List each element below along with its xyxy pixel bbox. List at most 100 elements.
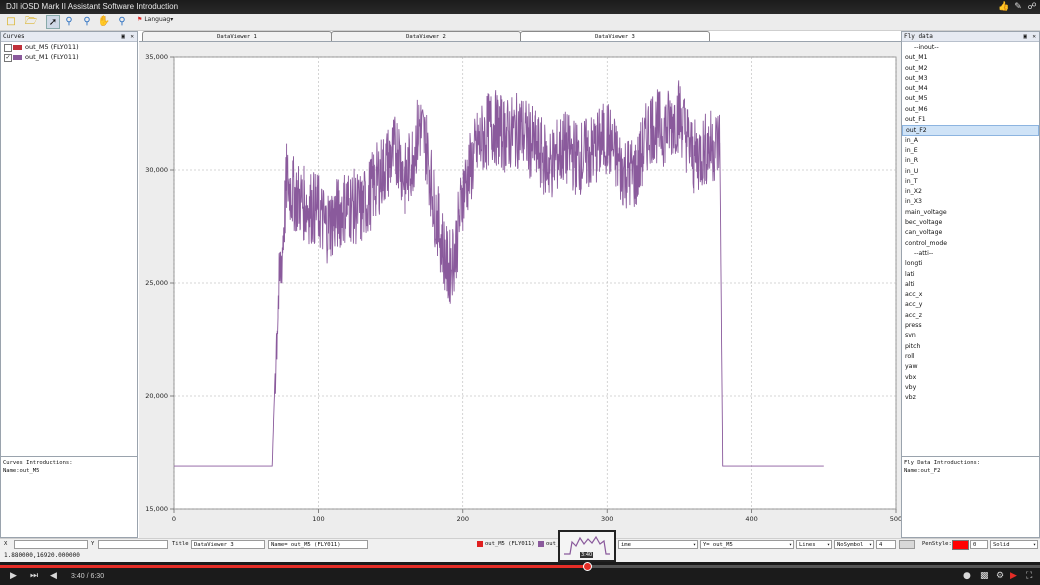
seek-preview-thumbnail: 3:40 bbox=[558, 530, 616, 562]
fly-data-item[interactable]: main_voltage bbox=[902, 208, 1039, 218]
name-input[interactable]: Name= out_M5 (FLY011) bbox=[268, 540, 368, 549]
fly-data-item[interactable]: alti bbox=[902, 280, 1039, 290]
fly-data-item[interactable]: out_M6 bbox=[902, 105, 1039, 115]
fly-data-item[interactable]: out_M2 bbox=[902, 64, 1039, 74]
comment-icon[interactable]: ✎ bbox=[1012, 1, 1024, 13]
pen-style-select[interactable]: Solid ▾ bbox=[990, 540, 1038, 549]
captions-icon[interactable]: ▩ bbox=[980, 571, 989, 581]
pan-hand-icon[interactable]: ✋ bbox=[97, 15, 111, 29]
title-input[interactable]: DataViewer 3 bbox=[191, 540, 265, 549]
select-value: Lines bbox=[799, 542, 816, 548]
fly-data-panel: Fly data ▣ ✕ --inout-- out_M1 out_M2 out_M3… bbox=[901, 31, 1040, 538]
settings-icon[interactable]: ⚙ bbox=[996, 571, 1004, 581]
fly-data-item[interactable]: in_R bbox=[902, 156, 1039, 166]
tab-label: DataViewer 1 bbox=[217, 34, 257, 40]
share-icon[interactable]: ☍ bbox=[1026, 1, 1038, 13]
close-panel-icon[interactable]: ✕ bbox=[1032, 32, 1036, 41]
fly-data-item[interactable]: acc_z bbox=[902, 311, 1039, 321]
fly-data-item[interactable]: --atti-- bbox=[902, 249, 1039, 259]
fly-data-item[interactable]: in_T bbox=[902, 177, 1039, 187]
chevron-down-icon: ▾ bbox=[692, 542, 696, 548]
fly-data-item[interactable]: bec_voltage bbox=[902, 218, 1039, 228]
curve-color-swatch bbox=[13, 45, 22, 50]
fly-data-item[interactable]: acc_x bbox=[902, 290, 1039, 300]
fly-data-item[interactable]: lati bbox=[902, 270, 1039, 280]
select-value: Solid bbox=[993, 542, 1010, 548]
thumbs-up-icon[interactable]: 👍 bbox=[998, 1, 1010, 13]
line-chart[interactable]: 0 100 200 300 400 500 15,000 20,000 25,000 30,000… bbox=[139, 42, 902, 539]
fly-data-item[interactable]: out_M4 bbox=[902, 84, 1039, 94]
fly-data-item[interactable]: out_M3 bbox=[902, 74, 1039, 84]
fly-data-item[interactable]: roll bbox=[902, 352, 1039, 362]
x-tick-label: 500 bbox=[890, 515, 901, 523]
fly-data-item[interactable]: longti bbox=[902, 259, 1039, 269]
curves-panel: Curves ▣ ✕ out_M5 (FLY011) ✓ out_M1 (FLY… bbox=[0, 31, 138, 538]
zoom-fit-icon[interactable]: ⚲ bbox=[115, 15, 129, 29]
fly-data-item[interactable]: in_E bbox=[902, 146, 1039, 156]
y-field-select[interactable]: Y= out_M5 ▾ bbox=[700, 540, 794, 549]
video-progress-bar[interactable] bbox=[0, 562, 1040, 571]
curve-label: out_M5 (FLY011) bbox=[25, 43, 79, 51]
float-panel-icon[interactable]: ▣ bbox=[1023, 32, 1027, 41]
fly-data-item[interactable]: svn bbox=[902, 331, 1039, 341]
y-label: Y bbox=[91, 541, 95, 547]
pointer-icon[interactable]: ➚ bbox=[46, 15, 60, 29]
symbol-select[interactable]: NoSymbol ▾ bbox=[834, 540, 874, 549]
fly-data-item[interactable]: in_X2 bbox=[902, 187, 1039, 197]
tab-label: DataViewer 3 bbox=[595, 34, 635, 40]
pen-color-swatch[interactable] bbox=[952, 540, 969, 550]
fly-data-item[interactable]: in_U bbox=[902, 167, 1039, 177]
fly-data-item[interactable]: out_F1 bbox=[902, 115, 1039, 125]
fly-data-item[interactable]: vby bbox=[902, 383, 1039, 393]
new-file-icon[interactable]: □ bbox=[4, 15, 18, 29]
curve-item-out-m1[interactable]: ✓ out_M1 (FLY011) bbox=[1, 52, 137, 62]
fly-data-item[interactable]: --inout-- bbox=[902, 43, 1039, 53]
width-spinbox[interactable]: 4 bbox=[876, 540, 896, 549]
zoom-in-icon[interactable]: ⚲ bbox=[62, 15, 76, 29]
fly-data-item[interactable]: control_mode bbox=[902, 239, 1039, 249]
fly-data-item[interactable]: in_X3 bbox=[902, 197, 1039, 207]
fly-data-item[interactable]: in_A bbox=[902, 136, 1039, 146]
fly-data-intro-name: Name:out_F2 bbox=[904, 468, 941, 474]
close-panel-icon[interactable]: ✕ bbox=[130, 32, 134, 41]
volume-icon[interactable]: ◀ bbox=[50, 571, 57, 581]
fly-data-item[interactable]: pitch bbox=[902, 342, 1039, 352]
fly-data-item[interactable]: yaw bbox=[902, 362, 1039, 372]
chart-area[interactable]: 0 100 200 300 400 500 15,000 20,000 25,000 30,000… bbox=[139, 41, 902, 539]
video-progress-knob[interactable] bbox=[582, 562, 592, 571]
float-panel-icon[interactable]: ▣ bbox=[121, 32, 125, 41]
fly-data-item[interactable]: out_M1 bbox=[902, 53, 1039, 63]
x-input[interactable] bbox=[14, 540, 88, 549]
y-input[interactable] bbox=[98, 540, 168, 549]
annotations-icon[interactable]: ● bbox=[963, 571, 971, 581]
color-button[interactable] bbox=[899, 540, 915, 549]
fly-data-item[interactable]: vbz bbox=[902, 393, 1039, 403]
fly-data-item[interactable]: out_M5 bbox=[902, 94, 1039, 104]
alpha-spinbox[interactable]: 0 bbox=[970, 540, 988, 549]
chevron-down-icon: ▾ bbox=[1032, 542, 1036, 548]
x-tick-label: 400 bbox=[745, 515, 757, 523]
title-label: Title bbox=[172, 541, 189, 547]
curve-item-out-m5[interactable]: out_M5 (FLY011) bbox=[1, 42, 137, 52]
youtube-icon[interactable]: ▶ bbox=[1010, 571, 1017, 581]
fly-data-item[interactable]: press bbox=[902, 321, 1039, 331]
fly-data-item[interactable]: out_F2 bbox=[902, 125, 1039, 136]
fullscreen-icon[interactable]: ⛶ bbox=[1026, 571, 1032, 581]
curve-checkbox[interactable]: ✓ bbox=[4, 54, 12, 62]
spinbox-value: 0 bbox=[973, 542, 977, 548]
open-folder-icon[interactable]: 🗁 bbox=[24, 15, 38, 29]
zoom-out-icon[interactable]: ⚲ bbox=[80, 15, 94, 29]
tab-bar: DataViewer 1 DataViewer 2 DataViewer 3 bbox=[140, 31, 900, 42]
fly-data-item[interactable]: acc_y bbox=[902, 300, 1039, 310]
fly-data-item[interactable]: can_voltage bbox=[902, 228, 1039, 238]
play-icon[interactable]: ▶ bbox=[10, 571, 17, 581]
language-label: Languag▾ bbox=[144, 16, 174, 23]
next-icon[interactable]: ⏭ bbox=[30, 571, 38, 581]
x-tick-label: 100 bbox=[312, 515, 324, 523]
curve-checkbox[interactable] bbox=[4, 44, 12, 52]
language-menu[interactable]: ⚑ Languag▾ bbox=[137, 16, 173, 23]
x-field-select[interactable]: ime ▾ bbox=[618, 540, 698, 549]
fly-data-item[interactable]: vbx bbox=[902, 373, 1039, 383]
line-style-select[interactable]: Lines ▾ bbox=[796, 540, 832, 549]
select-value: Y= out_M5 bbox=[703, 542, 733, 548]
